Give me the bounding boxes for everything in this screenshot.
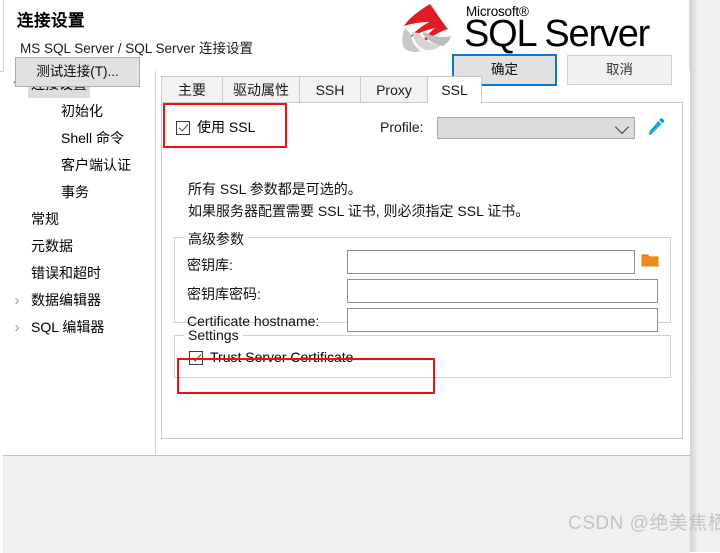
- chevron-right-icon[interactable]: ›: [9, 287, 25, 314]
- tab-驱动属性[interactable]: 驱动属性: [222, 76, 300, 103]
- profile-row: Profile:: [380, 117, 670, 141]
- sidebar-item-3[interactable]: 客户端认证: [3, 152, 155, 179]
- dialog-body: ⌄连接设置初始化Shell 命令客户端认证事务常规元数据错误和超时›数据编辑器›…: [3, 71, 690, 454]
- profile-label: Profile:: [380, 119, 424, 135]
- sidebar-item-1[interactable]: 初始化: [3, 98, 155, 125]
- tab-label: SSH: [316, 82, 345, 98]
- dialog-footer: [3, 455, 690, 553]
- trust-server-certificate-checkbox-box[interactable]: [189, 351, 203, 365]
- sidebar-item-label: 元数据: [28, 233, 76, 260]
- trust-server-certificate-label: Trust Server Certificate: [210, 349, 353, 365]
- sidebar-item-label: 错误和超时: [28, 260, 104, 287]
- connection-settings-dialog: 连接设置 MS SQL Server / SQL Server 连接设置 Mic…: [0, 0, 720, 552]
- sidebar-item-6[interactable]: 元数据: [3, 233, 155, 260]
- breadcrumb: MS SQL Server / SQL Server 连接设置: [20, 37, 253, 57]
- use-ssl-checkbox-box[interactable]: [176, 121, 190, 135]
- certificate-hostname-input[interactable]: [347, 308, 658, 332]
- sidebar-item-2[interactable]: Shell 命令: [3, 125, 155, 152]
- ssl-description-line-1: 所有 SSL 参数都是可选的。: [188, 179, 362, 199]
- advanced-parameters-group-title: 高级参数: [184, 229, 248, 249]
- sidebar-item-8[interactable]: ›数据编辑器: [3, 287, 155, 314]
- sidebar-item-label: SQL 编辑器: [28, 314, 107, 341]
- sidebar-item-label: Shell 命令: [58, 125, 127, 152]
- chevron-right-icon[interactable]: ›: [9, 314, 25, 341]
- trust-server-certificate-checkbox[interactable]: Trust Server Certificate: [189, 349, 353, 365]
- tab-label: 驱动属性: [233, 82, 289, 98]
- advanced-parameters-group: 高级参数 密钥库: 密钥库密码: Certificate hostname:: [174, 237, 671, 323]
- sql-server-swoosh-icon: [400, 2, 462, 54]
- tab-panel-ssl: 使用 SSL Profile:: [161, 102, 683, 439]
- cancel-button[interactable]: 取消: [567, 55, 672, 85]
- sidebar-item-7[interactable]: 错误和超时: [3, 260, 155, 287]
- sidebar-item-9[interactable]: ›SQL 编辑器: [3, 314, 155, 341]
- settings-group-title: Settings: [184, 327, 243, 343]
- tab-SSH[interactable]: SSH: [299, 76, 361, 103]
- pencil-icon[interactable]: [646, 117, 666, 137]
- folder-icon[interactable]: [641, 252, 659, 268]
- sidebar-item-label: 数据编辑器: [28, 287, 104, 314]
- profile-select[interactable]: [437, 117, 635, 139]
- sidebar-item-label: 事务: [58, 179, 92, 206]
- sidebar-item-4[interactable]: 事务: [3, 179, 155, 206]
- sidebar-item-label: 客户端认证: [58, 152, 134, 179]
- test-connection-button[interactable]: 测试连接(T)...: [15, 57, 140, 87]
- ssl-description-line-2: 如果服务器配置需要 SSL 证书, 则必须指定 SSL 证书。: [188, 201, 529, 221]
- settings-tree[interactable]: ⌄连接设置初始化Shell 命令客户端认证事务常规元数据错误和超时›数据编辑器›…: [3, 71, 156, 454]
- keystore-label: 密钥库:: [187, 255, 233, 275]
- tab-label: Proxy: [376, 82, 412, 98]
- use-ssl-checkbox[interactable]: 使用 SSL: [176, 117, 255, 137]
- tab-label: 主要: [178, 82, 206, 98]
- settings-group: Settings Trust Server Certificate: [174, 335, 671, 378]
- header-left-rule: [3, 0, 4, 71]
- keystore-password-label: 密钥库密码:: [187, 284, 261, 304]
- tab-SSL[interactable]: SSL: [427, 76, 482, 103]
- logo-product-text: SQL Server: [464, 13, 649, 55]
- settings-tabpane: 主要 驱动属性 SSH Proxy SSL 使用 SSL Profile:: [156, 71, 690, 454]
- keystore-password-input[interactable]: [347, 279, 658, 303]
- sidebar-item-label: 初始化: [58, 98, 106, 125]
- use-ssl-label: 使用 SSL: [197, 119, 255, 135]
- keystore-input[interactable]: [347, 250, 635, 274]
- sidebar-item-label: 常规: [28, 206, 62, 233]
- window-right-gutter: [689, 0, 720, 552]
- page-title: 连接设置: [17, 7, 85, 31]
- window-edge-shadow: [690, 0, 697, 552]
- tab-label: SSL: [441, 82, 467, 98]
- tab-Proxy[interactable]: Proxy: [360, 76, 428, 103]
- sidebar-item-5[interactable]: 常规: [3, 206, 155, 233]
- chevron-down-icon: [615, 120, 629, 134]
- tab-主要[interactable]: 主要: [161, 76, 223, 103]
